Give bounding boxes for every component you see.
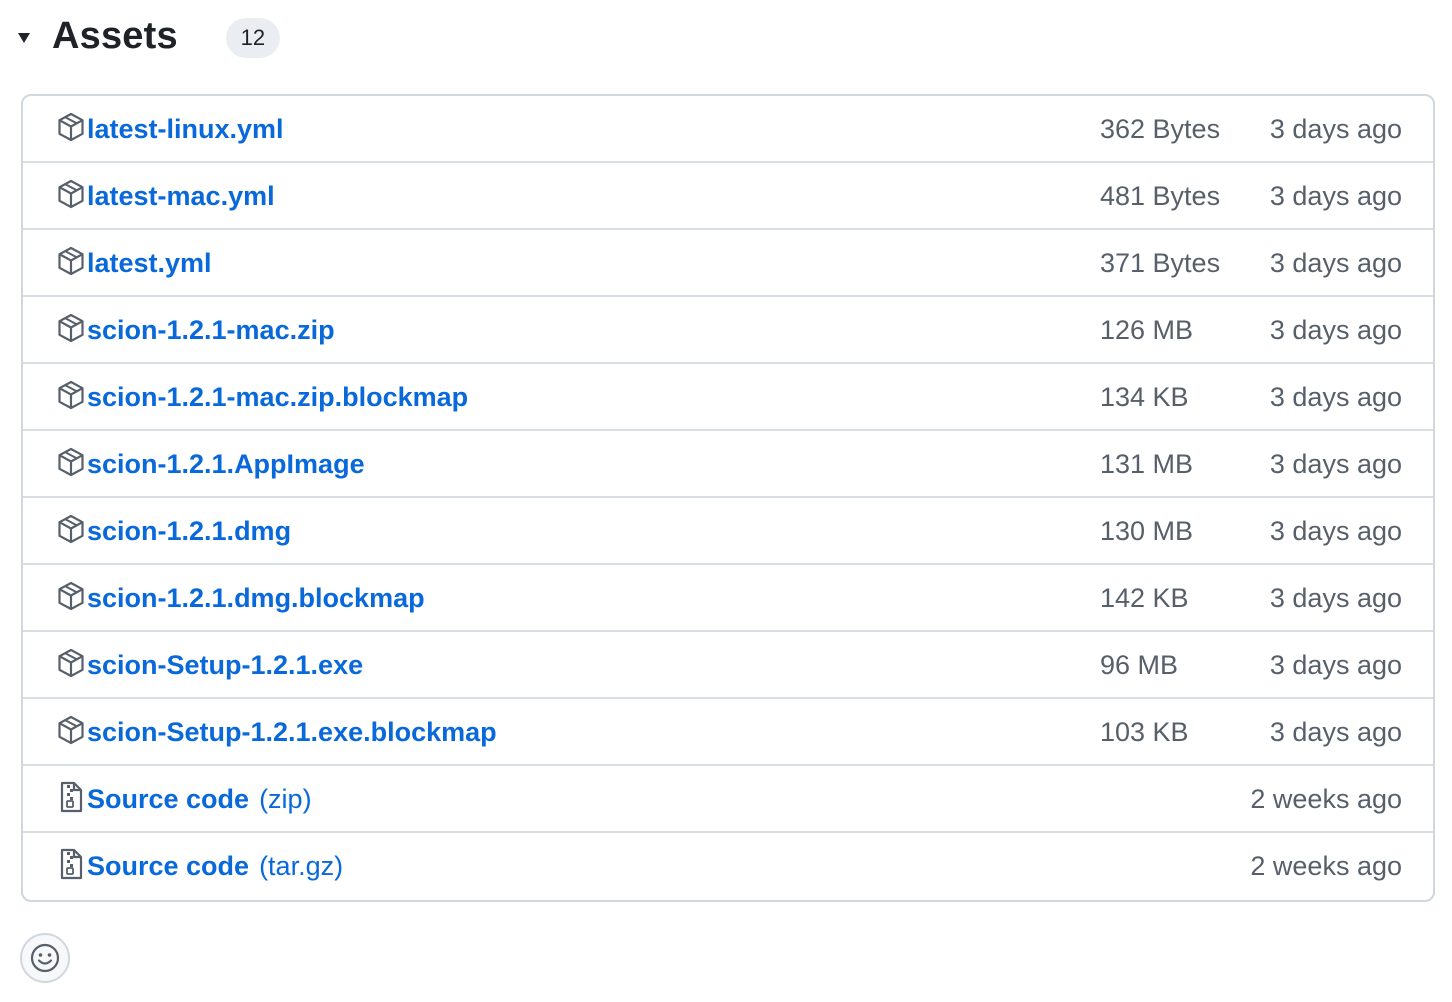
asset-size: 481 Bytes	[1100, 181, 1221, 211]
asset-name: scion-1.2.1-mac.zip	[87, 315, 335, 345]
asset-date: 3 days ago	[1269, 650, 1402, 680]
asset-name: scion-Setup-1.2.1.exe	[87, 650, 364, 680]
assets-count-badge: 12	[225, 18, 280, 58]
asset-name: scion-Setup-1.2.1.exe.blockmap	[87, 717, 497, 747]
asset-row: scion-Setup-1.2.1.exe 96 MB 3 days ago	[23, 632, 1433, 699]
asset-link[interactable]: scion-Setup-1.2.1.exe	[87, 632, 363, 699]
asset-archive-type: (tar.gz)	[259, 851, 344, 881]
asset-name: Source code	[87, 784, 250, 814]
asset-link[interactable]: scion-1.2.1-mac.zip.blockmap	[87, 364, 468, 431]
asset-size: 142 KB	[1100, 583, 1189, 613]
asset-row: latest-mac.yml 481 Bytes 3 days ago	[23, 163, 1433, 230]
package-icon	[56, 380, 86, 410]
asset-date: 3 days ago	[1269, 114, 1402, 144]
asset-link[interactable]: latest-linux.yml	[87, 96, 284, 163]
asset-name: latest-linux.yml	[87, 114, 284, 144]
asset-name: latest.yml	[87, 248, 212, 278]
asset-link[interactable]: Source code (zip)	[87, 766, 312, 833]
package-icon	[56, 313, 86, 343]
caret-down-icon[interactable]	[18, 33, 30, 43]
package-icon	[56, 179, 86, 209]
asset-link[interactable]: scion-1.2.1.AppImage	[87, 431, 365, 498]
asset-date: 3 days ago	[1269, 315, 1402, 345]
asset-name: scion-1.2.1.dmg.blockmap	[87, 583, 425, 613]
asset-date: 3 days ago	[1269, 717, 1402, 747]
asset-date: 3 days ago	[1269, 382, 1402, 412]
asset-size: 130 MB	[1100, 516, 1194, 546]
asset-name: Source code	[87, 851, 250, 881]
assets-title: Assets	[52, 14, 178, 57]
asset-link[interactable]: latest.yml	[87, 230, 212, 297]
asset-date: 3 days ago	[1269, 449, 1402, 479]
asset-link[interactable]: scion-Setup-1.2.1.exe.blockmap	[87, 699, 497, 766]
asset-name: latest-mac.yml	[87, 181, 275, 211]
file-zip-icon	[56, 848, 86, 880]
asset-size: 126 MB	[1100, 315, 1194, 345]
package-icon	[56, 715, 86, 745]
asset-row: scion-1.2.1-mac.zip 126 MB 3 days ago	[23, 297, 1433, 364]
asset-size: 134 KB	[1100, 382, 1189, 412]
asset-date: 3 days ago	[1269, 248, 1402, 278]
asset-size: 96 MB	[1100, 650, 1179, 680]
package-icon	[56, 246, 86, 276]
asset-row: scion-1.2.1-mac.zip.blockmap 134 KB 3 days…	[23, 364, 1433, 431]
asset-row: Source code (tar.gz) 2 weeks ago	[23, 833, 1433, 900]
asset-date: 3 days ago	[1269, 516, 1402, 546]
asset-size: 131 MB	[1100, 449, 1194, 479]
assets-list: latest-linux.yml 362 Bytes 3 days ago lates…	[21, 94, 1435, 902]
asset-row: latest.yml 371 Bytes 3 days ago	[23, 230, 1433, 297]
asset-row: scion-1.2.1.dmg 130 MB 3 days ago	[23, 498, 1433, 565]
asset-name: scion-1.2.1.AppImage	[87, 449, 365, 479]
asset-link[interactable]: scion-1.2.1-mac.zip	[87, 297, 335, 364]
asset-row: Source code (zip) 2 weeks ago	[23, 766, 1433, 833]
asset-date: 2 weeks ago	[1250, 784, 1402, 814]
file-zip-icon	[56, 781, 86, 813]
asset-link[interactable]: latest-mac.yml	[87, 163, 275, 230]
asset-size: 371 Bytes	[1100, 248, 1221, 278]
package-icon	[56, 514, 86, 544]
assets-header[interactable]: Assets 12	[18, 10, 280, 62]
package-icon	[56, 112, 86, 142]
asset-name: scion-1.2.1-mac.zip.blockmap	[87, 382, 469, 412]
package-icon	[56, 581, 86, 611]
add-reaction-button[interactable]	[20, 933, 70, 983]
asset-link[interactable]: scion-1.2.1.dmg.blockmap	[87, 565, 425, 632]
asset-row: latest-linux.yml 362 Bytes 3 days ago	[23, 96, 1433, 163]
asset-name: scion-1.2.1.dmg	[87, 516, 292, 546]
asset-link[interactable]: scion-1.2.1.dmg	[87, 498, 291, 565]
package-icon	[56, 447, 86, 477]
asset-row: scion-1.2.1.AppImage 131 MB 3 days ago	[23, 431, 1433, 498]
asset-date: 2 weeks ago	[1250, 851, 1402, 881]
asset-size: 103 KB	[1100, 717, 1189, 747]
smiley-icon	[30, 943, 60, 973]
asset-date: 3 days ago	[1269, 583, 1402, 613]
asset-date: 3 days ago	[1269, 181, 1402, 211]
asset-link[interactable]: Source code (tar.gz)	[87, 833, 343, 900]
asset-archive-type: (zip)	[259, 784, 312, 814]
asset-size: 362 Bytes	[1100, 114, 1221, 144]
asset-row: scion-1.2.1.dmg.blockmap 142 KB 3 days ago	[23, 565, 1433, 632]
asset-row: scion-Setup-1.2.1.exe.blockmap 103 KB 3 da…	[23, 699, 1433, 766]
package-icon	[56, 648, 86, 678]
